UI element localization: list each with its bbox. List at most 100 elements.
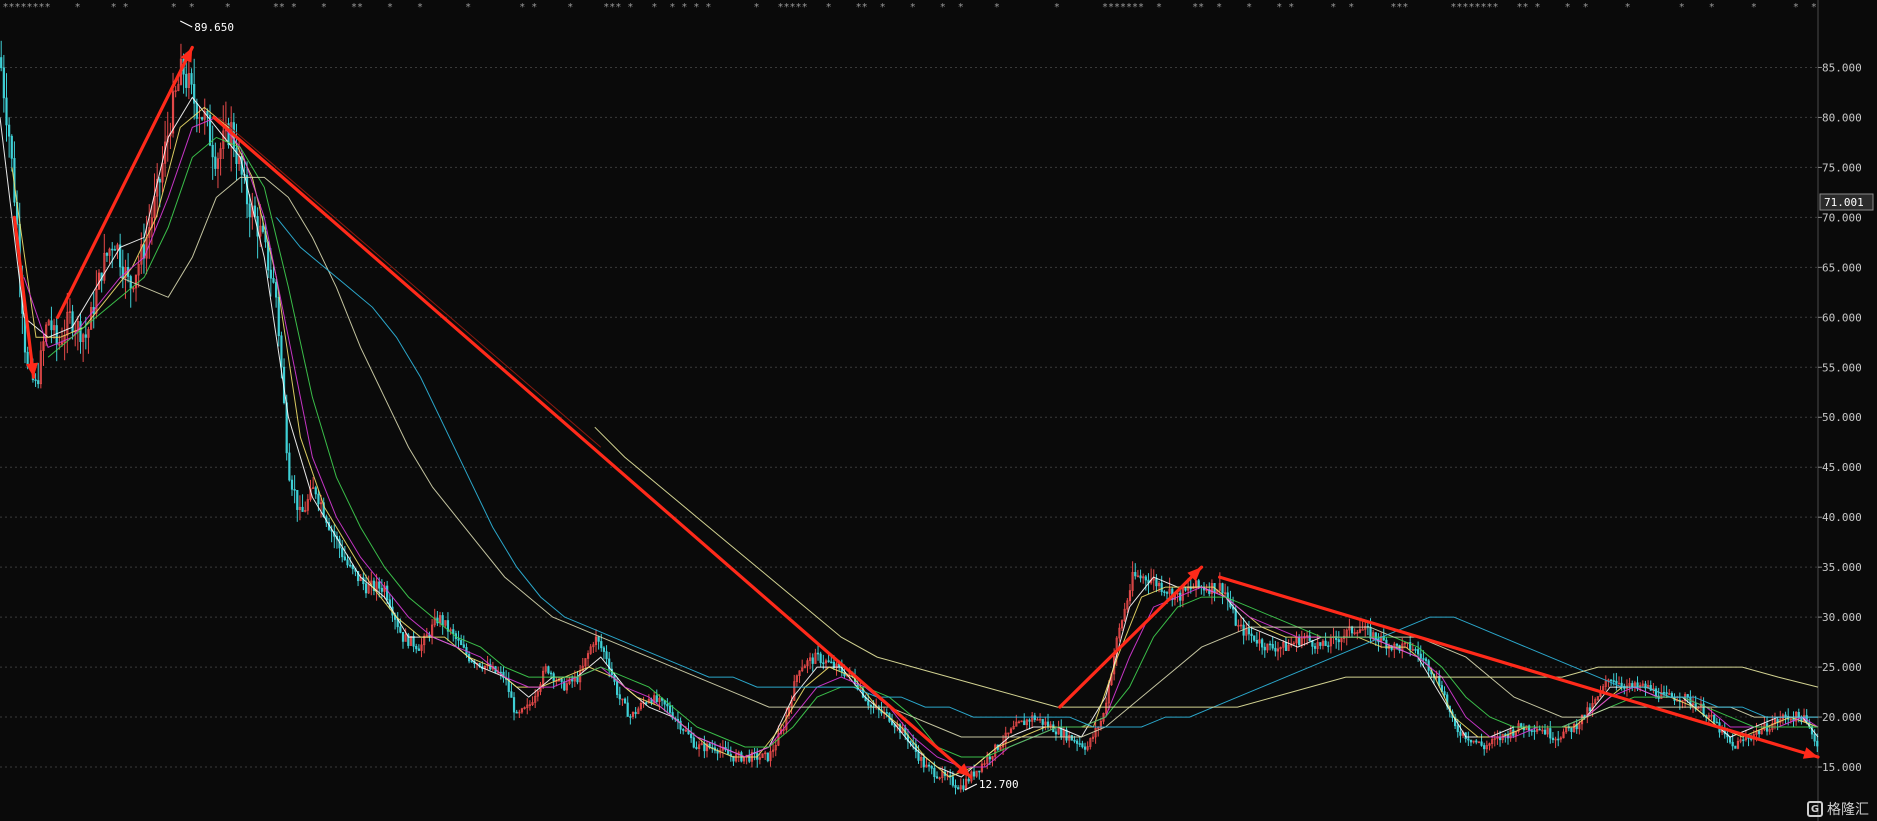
candle-body [549,672,553,675]
candle-body [692,737,695,748]
candle-body [399,626,402,633]
candle-body [748,754,751,762]
event-marker-icon: * [1157,2,1162,13]
candle-body [1713,714,1716,723]
candle-body [349,564,352,567]
candle-body [1197,580,1200,587]
event-marker-icon: * [33,2,38,13]
event-marker-icon: * [1811,2,1816,13]
event-marker-icon: * [604,2,609,13]
event-marker-icon: * [21,2,26,13]
event-marker-icon: * [1193,2,1198,13]
candle-body [1620,682,1623,687]
candle-body [277,296,280,337]
event-marker-icon: * [862,2,867,13]
event-marker-icon: * [1277,2,1282,13]
event-marker-icon: * [652,2,657,13]
candle-body [1033,715,1036,721]
candle-body [1298,637,1301,646]
candle-body [668,705,672,713]
candle-body [457,638,460,641]
event-marker-icon: * [1679,2,1684,13]
high-label: 89.650 [194,21,234,34]
event-marker-icon: * [273,2,278,13]
y-tick-label: 65.000 [1822,261,1862,274]
last-price-tag-text: 71.001 [1824,196,1864,209]
watermark-logo-icon: G [1807,801,1823,817]
candle-body [201,117,204,120]
candle-body [645,702,648,704]
y-tick-label: 25.000 [1822,661,1862,674]
event-marker-icon: * [520,2,525,13]
candle-body [1327,645,1330,648]
candle-body [634,711,637,715]
candle-body [1268,643,1272,646]
candle-body [1443,691,1446,696]
candle-body [1319,642,1322,646]
candle-body [1734,745,1737,749]
event-marker-icon: * [1793,2,1798,13]
candle-body [211,144,214,158]
event-marker-icon: * [357,2,362,13]
candle-body [954,785,957,788]
candle-body [1274,647,1277,652]
candle-body [10,135,13,159]
candle-body [1255,640,1258,644]
candle-body [1261,639,1264,648]
candle-body [55,325,58,345]
candle-body [629,716,632,718]
candle-body [1083,746,1087,750]
candle-body [1253,635,1256,641]
event-marker-icon: * [1331,2,1336,13]
candle-body [1469,739,1473,743]
candle-body [600,641,603,649]
candle-body [1184,587,1187,591]
candle-body [1422,658,1425,660]
event-marker-icon: * [856,2,861,13]
y-tick-label: 80.000 [1822,111,1862,124]
candle-body [885,712,888,714]
candle-body [1813,733,1816,742]
candle-body [1078,743,1081,745]
event-marker-icon: * [796,2,801,13]
event-marker-icon: * [189,2,194,13]
event-marker-icon: * [1132,2,1137,13]
chart-root: * * * * * * * * * * * * * * * * * * * * * * * * * * * * * * * * * * * * * * * *… [0,0,1877,821]
y-axis-ticks: 15.000 20.000 25.000 30.000 35.000 40.000 45.0… [1818,61,1862,774]
event-marker-icon: * [778,2,783,13]
candle-body [280,335,283,368]
candle-body [2,67,5,99]
event-marker-icon: * [1475,2,1480,13]
candle-body [1163,591,1166,593]
y-tick-label: 50.000 [1822,411,1862,424]
candle-body [682,729,685,731]
candle-body [703,743,706,752]
candle-body [1139,575,1142,579]
candle-body [248,203,251,217]
event-marker-icon: * [880,2,885,13]
event-marker-icon: * [826,2,831,13]
candle-body [452,629,455,634]
candle-body [272,277,275,283]
candle-body [1337,639,1340,643]
event-marker-icon: * [1217,2,1222,13]
candle-body [1041,718,1044,725]
candle-body [1543,729,1547,735]
candle-body [1308,635,1311,641]
candle-body [1271,644,1274,649]
candle-body [1475,740,1478,743]
candle-body [1551,737,1555,741]
event-marker-icon: * [1481,2,1486,13]
candle-body [79,321,82,343]
candle-body [922,757,925,768]
event-marker-icon: * [1391,2,1396,13]
candle-body [766,752,769,762]
event-marker-icon: * [1535,2,1540,13]
y-tick-label: 15.000 [1822,761,1862,774]
event-marker-icon: * [225,2,230,13]
candle-body [1480,741,1483,746]
candle-body [1023,720,1026,726]
candle-body [71,311,74,333]
candle-body [1665,692,1668,695]
candle-body [412,635,415,647]
